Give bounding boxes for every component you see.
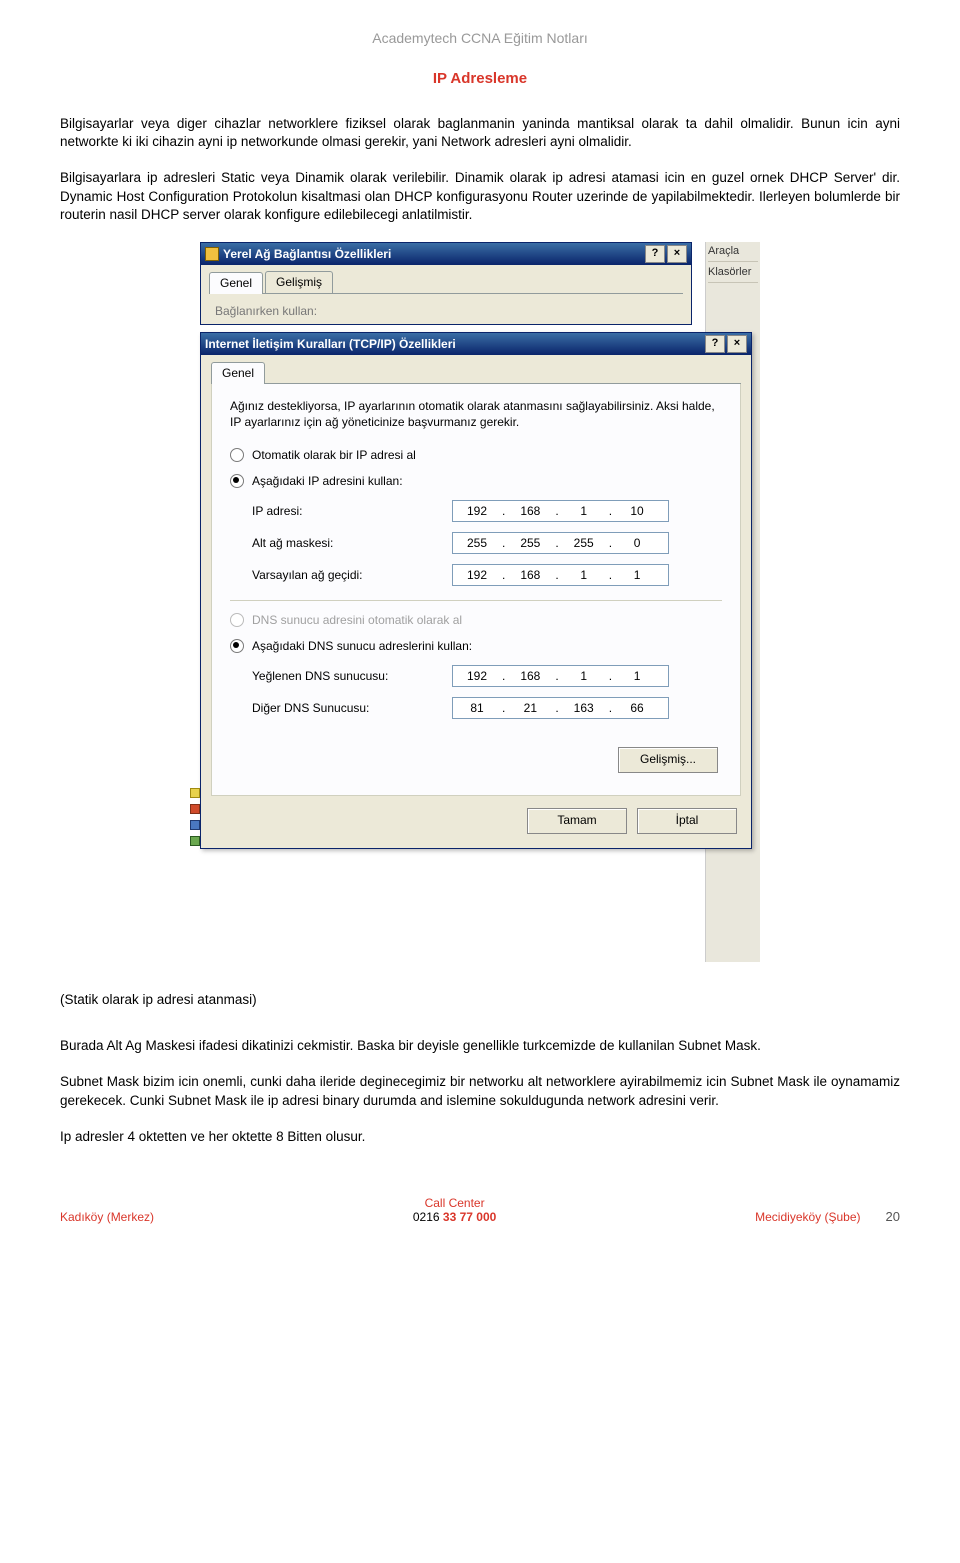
title-tcpip-text: Internet İletişim Kuralları (TCP/IP) Öze… — [205, 337, 456, 351]
radio-manual-dns[interactable]: Aşağıdaki DNS sunucu adreslerini kullan: — [230, 639, 722, 653]
screenshot-figure: Araçla Klasörler Yerel Ağ Bağlantısı Öze… — [200, 242, 760, 962]
footer-call-center-label: Call Center — [413, 1196, 496, 1210]
ip-oct[interactable]: 168 — [506, 504, 554, 518]
paragraph-4: Subnet Mask bizim icin onemli, cunki dah… — [60, 1073, 900, 1109]
ip-oct[interactable]: 1 — [613, 568, 661, 582]
paragraph-2: Bilgisayarlara ip adresleri Static veya … — [60, 169, 900, 224]
ip-oct[interactable]: 1 — [560, 669, 608, 683]
radio-icon — [230, 474, 244, 488]
title-lan-text: Yerel Ağ Bağlantısı Özellikleri — [223, 247, 391, 261]
ip-oct[interactable]: 168 — [506, 669, 554, 683]
paragraph-5: Ip adresler 4 oktetten ve her oktette 8 … — [60, 1128, 900, 1146]
paragraph-3: Burada Alt Ag Maskesi ifadesi dikatinizi… — [60, 1037, 900, 1055]
paragraph-1: Bilgisayarlar veya diger cihazlar networ… — [60, 115, 900, 151]
footer-phone-number: 33 77 000 — [443, 1210, 496, 1224]
footer-right: Mecidiyeköy (Şube) — [755, 1210, 860, 1224]
ip-oct[interactable]: 1 — [560, 568, 608, 582]
tcpip-description: Ağınız destekliyorsa, IP ayarlarının oto… — [230, 398, 722, 430]
input-ip-address[interactable]: 192. 168. 1. 10 — [452, 500, 669, 522]
input-subnet-mask[interactable]: 255. 255. 255. 0 — [452, 532, 669, 554]
ip-oct[interactable]: 192 — [453, 568, 501, 582]
ip-oct[interactable]: 168 — [506, 568, 554, 582]
lan-connect-using-label: Bağlanırken kullan: — [201, 294, 691, 324]
help-button[interactable]: ? — [645, 245, 665, 263]
desktop-item-tools: Araçla — [708, 245, 758, 257]
radio-manual-ip-label: Aşağıdaki IP adresini kullan: — [252, 474, 403, 488]
ip-oct[interactable]: 1 — [560, 504, 608, 518]
close-button-tcpip[interactable]: × — [727, 335, 747, 353]
radio-manual-dns-label: Aşağıdaki DNS sunucu adreslerini kullan: — [252, 639, 472, 653]
label-ip-address: IP adresi: — [252, 504, 452, 518]
titlebar-tcpip[interactable]: Internet İletişim Kuralları (TCP/IP) Öze… — [201, 333, 751, 355]
radio-auto-dns-label: DNS sunucu adresini otomatik olarak al — [252, 613, 462, 627]
doc-header: Academytech CCNA Eğitim Notları — [60, 30, 900, 46]
ip-oct[interactable]: 255 — [560, 536, 608, 550]
radio-manual-ip[interactable]: Aşağıdaki IP adresini kullan: — [230, 474, 722, 488]
page-number: 20 — [886, 1209, 900, 1224]
advanced-button[interactable]: Gelişmiş... — [618, 747, 718, 773]
label-subnet-mask: Alt ağ maskesi: — [252, 536, 452, 550]
ip-oct[interactable]: 66 — [613, 701, 661, 715]
tab-general-lan[interactable]: Genel — [209, 272, 263, 294]
radio-icon — [230, 639, 244, 653]
radio-auto-ip[interactable]: Otomatik olarak bir IP adresi al — [230, 448, 722, 462]
tray-icon — [190, 820, 200, 830]
ip-oct[interactable]: 192 — [453, 504, 501, 518]
label-alternate-dns: Diğer DNS Sunucusu: — [252, 701, 452, 715]
ip-oct[interactable]: 21 — [506, 701, 554, 715]
ip-oct[interactable]: 1 — [613, 669, 661, 683]
label-default-gateway: Varsayılan ağ geçidi: — [252, 568, 452, 582]
tray-icon — [190, 788, 200, 798]
radio-auto-dns: DNS sunucu adresini otomatik olarak al — [230, 613, 722, 627]
ip-oct[interactable]: 255 — [453, 536, 501, 550]
radio-icon — [230, 448, 244, 462]
window-lan-properties: Yerel Ağ Bağlantısı Özellikleri ? × Gene… — [200, 242, 692, 325]
input-alternate-dns[interactable]: 81. 21. 163. 66 — [452, 697, 669, 719]
ip-oct[interactable]: 192 — [453, 669, 501, 683]
titlebar-lan[interactable]: Yerel Ağ Bağlantısı Özellikleri ? × — [201, 243, 691, 265]
lan-icon — [205, 247, 219, 261]
window-tcpip-properties: Internet İletişim Kuralları (TCP/IP) Öze… — [200, 332, 752, 849]
radio-icon — [230, 613, 244, 627]
close-button[interactable]: × — [667, 245, 687, 263]
input-preferred-dns[interactable]: 192. 168. 1. 1 — [452, 665, 669, 687]
cancel-button[interactable]: İptal — [637, 808, 737, 834]
section-title: IP Adresleme — [60, 70, 900, 87]
ip-oct[interactable]: 81 — [453, 701, 501, 715]
ip-oct[interactable]: 10 — [613, 504, 661, 518]
footer-center: Call Center 0216 33 77 000 — [413, 1196, 496, 1224]
tray-icon — [190, 804, 200, 814]
taskbar-icons — [190, 782, 200, 902]
desktop-item-folders: Klasörler — [708, 266, 758, 278]
figure-caption: (Statik olarak ip adresi atanmasi) — [60, 992, 900, 1007]
footer-phone: 0216 33 77 000 — [413, 1210, 496, 1224]
footer-left: Kadıköy (Merkez) — [60, 1210, 154, 1224]
ok-button[interactable]: Tamam — [527, 808, 627, 834]
tray-icon — [190, 836, 200, 846]
footer-phone-prefix: 0216 — [413, 1210, 443, 1224]
ip-oct[interactable]: 0 — [613, 536, 661, 550]
ip-oct[interactable]: 255 — [506, 536, 554, 550]
radio-auto-ip-label: Otomatik olarak bir IP adresi al — [252, 448, 416, 462]
page-footer: Kadıköy (Merkez) Call Center 0216 33 77 … — [60, 1196, 900, 1224]
help-button-tcpip[interactable]: ? — [705, 335, 725, 353]
label-preferred-dns: Yeğlenen DNS sunucusu: — [252, 669, 452, 683]
tab-general-tcpip[interactable]: Genel — [211, 362, 265, 384]
input-default-gateway[interactable]: 192. 168. 1. 1 — [452, 564, 669, 586]
ip-oct[interactable]: 163 — [560, 701, 608, 715]
tab-advanced-lan[interactable]: Gelişmiş — [265, 271, 333, 293]
